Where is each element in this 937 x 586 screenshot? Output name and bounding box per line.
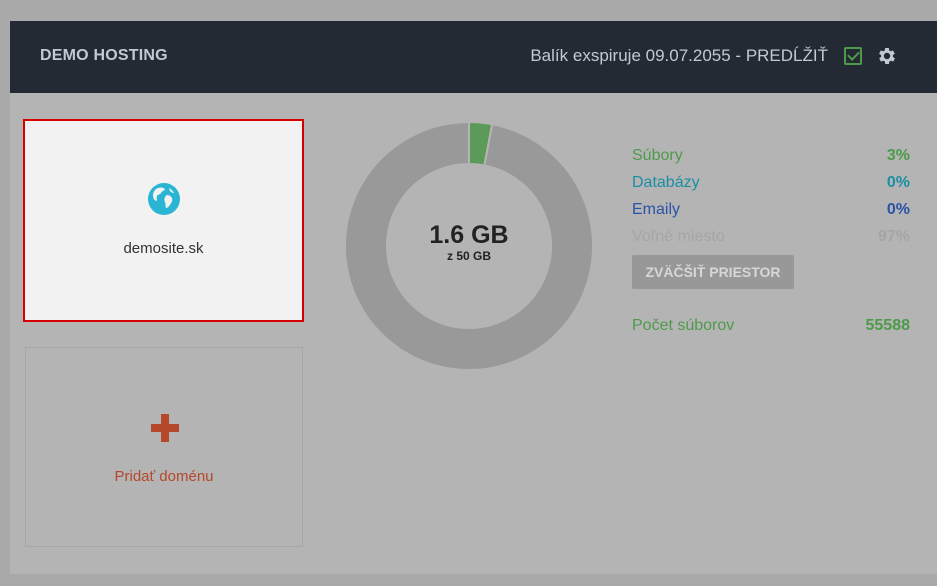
stat-label: Voľné miesto [632, 228, 725, 245]
stat-label: Databázy [632, 174, 700, 191]
hosting-panel: DEMO HOSTING Balík exspiruje 09.07.2055 … [10, 21, 937, 574]
used-space: 1.6 GB [429, 221, 509, 249]
stat-row-emails: Emaily 0% [632, 199, 910, 226]
header-bar: DEMO HOSTING Balík exspiruje 09.07.2055 … [10, 21, 937, 93]
file-count-value: 55588 [865, 317, 911, 334]
plus-icon [151, 414, 179, 442]
stat-value: 3% [886, 147, 910, 164]
renew-link[interactable]: PREDĹŽIŤ [746, 46, 828, 65]
gear-icon[interactable] [876, 45, 898, 67]
total-space: z 50 GB [446, 249, 491, 263]
expiry-text: Balík exspiruje 09.07.2055 - [530, 46, 746, 65]
expand-storage-button[interactable]: ZVÄČŠIŤ PRIESTOR [632, 255, 794, 289]
globe-icon [148, 183, 180, 215]
stat-row-files: Súbory 3% [632, 145, 910, 172]
domain-name: demosite.sk [123, 240, 204, 257]
storage-stats: Súbory 3% Databázy 0% Emaily 0% Voľné mi… [632, 145, 910, 253]
stat-row-free-space: Voľné miesto 97% [632, 226, 910, 253]
add-domain-card[interactable]: Pridať doménu [25, 347, 303, 547]
stat-value: 97% [877, 228, 910, 245]
file-count: Počet súborov 55588 [632, 315, 910, 339]
brand-title: DEMO HOSTING [40, 47, 168, 64]
stat-label: Súbory [632, 147, 683, 164]
donut-center: 1.6 GB z 50 GB [344, 221, 594, 263]
stat-value: 0% [886, 201, 910, 218]
stat-row-databases: Databázy 0% [632, 172, 910, 199]
add-domain-label: Pridať doménu [114, 468, 214, 485]
file-count-label: Počet súborov [632, 317, 735, 334]
check-square-icon [844, 47, 862, 65]
domain-card-demosite[interactable]: demosite.sk [23, 119, 304, 322]
expiry-info: Balík exspiruje 09.07.2055 - PREDĹŽIŤ [530, 46, 828, 66]
stat-label: Emaily [632, 201, 681, 218]
stat-value: 0% [886, 174, 910, 191]
